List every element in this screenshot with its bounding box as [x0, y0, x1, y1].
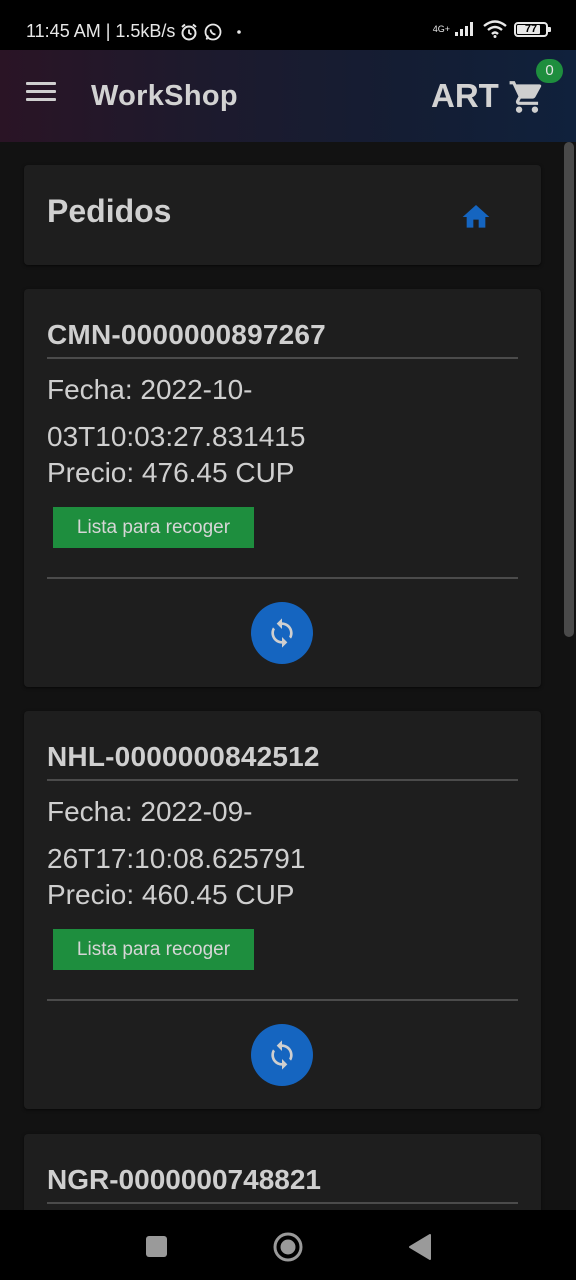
order-code: NGR-0000000748821 [47, 1164, 321, 1195]
orders-list: Pedidos CMN-0000000897267 Fecha: 2022-10… [0, 142, 576, 1210]
wifi-icon [483, 20, 507, 38]
order-card: NGR-0000000748821 [24, 1134, 541, 1210]
battery-indicator: 77 [514, 21, 551, 37]
status-badge: Lista para recoger [53, 507, 254, 548]
home-icon [462, 205, 490, 228]
square-icon [146, 1236, 167, 1257]
network-type-label: 4G+ [432, 23, 450, 34]
battery-level: 77 [524, 22, 538, 35]
cart-button[interactable] [508, 78, 546, 116]
order-price: Precio: 476.45 CUP [47, 457, 295, 488]
status-badge: Lista para recoger [53, 929, 254, 970]
divider [47, 357, 518, 359]
page-title: Pedidos [47, 193, 172, 229]
divider [47, 1202, 518, 1204]
divider [47, 577, 518, 579]
refresh-button[interactable] [251, 602, 313, 664]
order-price: Precio: 460.45 CUP [47, 879, 295, 910]
app-title: WorkShop [91, 80, 238, 112]
triangle-back-icon [409, 1234, 431, 1260]
signal-icon [455, 22, 473, 36]
menu-icon[interactable] [26, 82, 56, 106]
app-bar: WorkShop ART 0 [0, 50, 576, 142]
order-date: Fecha: 2022-10-03T10:03:27.831415 [47, 374, 306, 452]
brand-label: ART [431, 77, 499, 114]
divider [47, 779, 518, 781]
home-nav-button[interactable] [271, 1230, 305, 1264]
cart-icon [509, 81, 542, 113]
cart-count-badge: 0 [536, 59, 563, 83]
refresh-icon [271, 1040, 293, 1070]
order-code: NHL-0000000842512 [47, 741, 320, 772]
status-time: 11:45 AM | 1.5kB/s [26, 21, 176, 41]
header-card: Pedidos [24, 165, 541, 265]
home-button[interactable] [460, 201, 492, 233]
divider [47, 999, 518, 1001]
refresh-icon [271, 618, 293, 648]
refresh-button[interactable] [251, 1024, 313, 1086]
order-code: CMN-0000000897267 [47, 319, 326, 350]
recents-button[interactable] [139, 1230, 173, 1264]
back-button[interactable] [403, 1230, 437, 1264]
order-card: NHL-0000000842512 Fecha: 2022-09-26T17:1… [24, 711, 541, 1109]
order-date: Fecha: 2022-09-26T17:10:08.625791 [47, 796, 306, 874]
whatsapp-icon [205, 23, 222, 40]
order-card: CMN-0000000897267 Fecha: 2022-10-03T10:0… [24, 289, 541, 687]
circle-icon [273, 1232, 303, 1262]
status-bar: 11:45 AM | 1.5kB/s 4G+ 77 [0, 0, 576, 50]
system-nav-bar [0, 1210, 576, 1280]
dot-icon [237, 29, 242, 34]
alarm-icon [181, 23, 198, 40]
